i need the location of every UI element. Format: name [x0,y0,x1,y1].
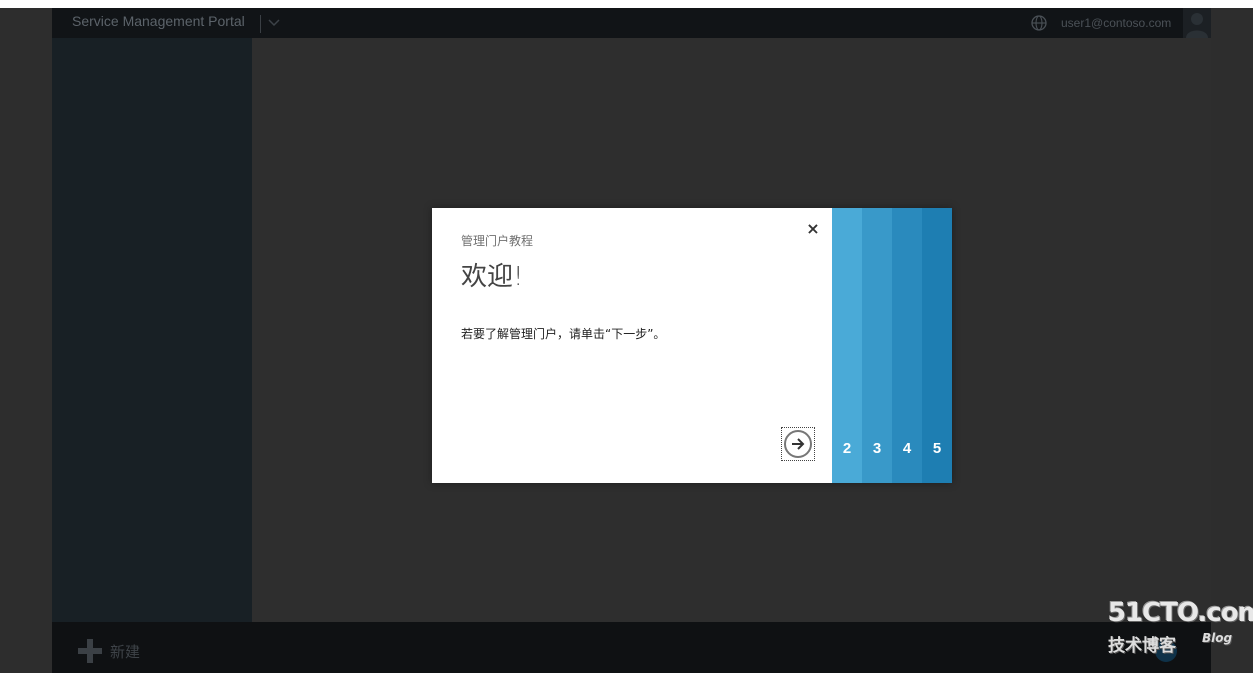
watermark: 51CTO.com 技术博客 Blog [1108,598,1253,660]
dialog-content: 管理门户教程 欢迎! 若要了解管理门户，请单击“下一步”。 × [432,208,832,483]
step-3[interactable]: 3 [862,208,892,483]
dialog-title: 欢迎! [461,262,524,292]
arrow-right-icon [792,438,805,450]
step-2[interactable]: 2 [832,208,862,483]
next-circle [784,430,812,458]
command-bar: 新建 [52,622,1211,673]
step-indicators: 2 3 4 5 [832,208,952,483]
globe-icon[interactable] [1030,14,1048,32]
header-divider [260,15,261,33]
plus-icon [78,639,102,663]
dialog-subtitle: 管理门户教程 [461,234,534,248]
avatar[interactable] [1183,8,1211,38]
new-button[interactable]: 新建 [78,638,140,664]
window-top-edge [0,0,1253,8]
watermark-subtitle: 技术博客 [1108,636,1176,656]
dialog-body: 若要了解管理门户，请单击“下一步”。 [461,327,666,341]
portal-title[interactable]: Service Management Portal [72,13,245,29]
sidebar [52,38,252,622]
watermark-blog: Blog [1202,631,1233,645]
tutorial-dialog: 管理门户教程 欢迎! 若要了解管理门户，请单击“下一步”。 × 2 3 4 5 [432,208,952,483]
close-button[interactable]: × [804,220,822,238]
step-3-label: 3 [872,440,882,457]
next-button[interactable] [781,427,815,461]
user-email[interactable]: user1@contoso.com [1061,16,1171,30]
new-button-label: 新建 [110,642,141,661]
step-4-label: 4 [902,440,912,457]
watermark-brand: 51CTO.com [1108,598,1253,628]
portal-header: Service Management Portal user1@contoso.… [52,8,1211,38]
step-5[interactable]: 5 [922,208,952,483]
step-2-label: 2 [842,440,852,457]
page: Service Management Portal user1@contoso.… [0,0,1253,673]
step-4[interactable]: 4 [892,208,922,483]
chevron-down-icon[interactable] [266,14,282,30]
step-5-label: 5 [932,440,942,457]
user-avatar-icon [1186,13,1208,38]
